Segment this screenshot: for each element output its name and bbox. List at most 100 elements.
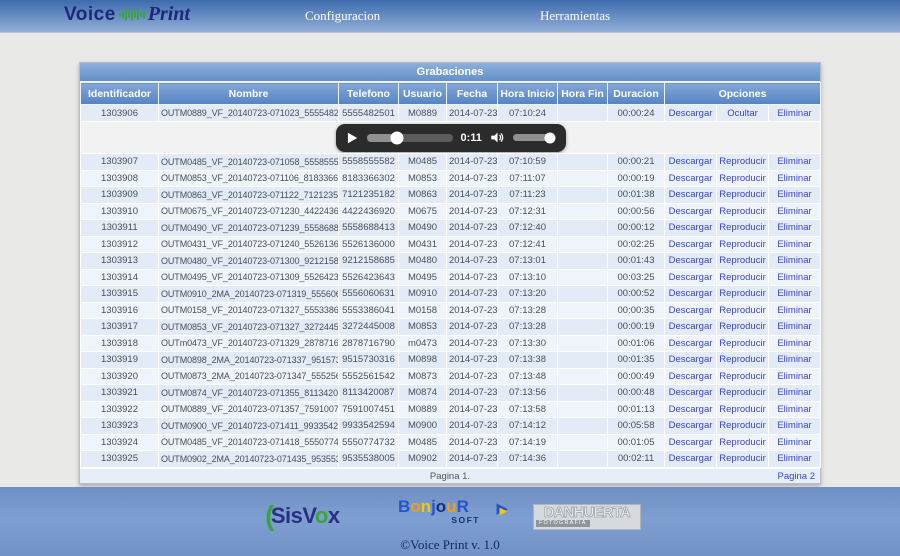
eliminar-link[interactable]: Eliminar: [777, 371, 811, 382]
eliminar-link[interactable]: Eliminar: [777, 255, 811, 266]
descargar-link[interactable]: Descargar: [669, 404, 713, 415]
cell-nombre: OUTM0898_2MA_20140723-071337_9515730316: [159, 352, 339, 369]
descargar-link[interactable]: Descargar: [669, 338, 713, 349]
eliminar-link[interactable]: Eliminar: [777, 338, 811, 349]
descargar-link[interactable]: Descargar: [669, 288, 713, 299]
reproducir-link[interactable]: Reproducir: [719, 338, 765, 349]
cell-opcion: Descargar: [665, 170, 717, 187]
descargar-link[interactable]: Descargar: [669, 437, 713, 448]
cell-telefono: 5550774732: [339, 434, 399, 451]
table-row: 1303924OUTM0485_VF_20140723-071418_55507…: [81, 434, 821, 451]
cell-nombre: OUTM0485_VF_20140723-071058_5558555582: [159, 154, 339, 171]
volume-icon[interactable]: [490, 130, 505, 145]
next-page-link[interactable]: Pagina 2: [777, 469, 815, 484]
eliminar-link[interactable]: Eliminar: [777, 222, 811, 233]
cell-fecha: 2014-07-23: [447, 352, 498, 369]
cell-hora-inicio: 07:11:07: [498, 170, 558, 187]
reproducir-link[interactable]: Reproducir: [719, 173, 765, 184]
audio-player[interactable]: 0:11: [336, 124, 566, 152]
descargar-link[interactable]: Descargar: [669, 239, 713, 250]
cell-usuario: M0485: [399, 434, 447, 451]
reproducir-link[interactable]: Reproducir: [719, 239, 765, 250]
reproducir-link[interactable]: Reproducir: [719, 272, 765, 283]
eliminar-link[interactable]: Eliminar: [777, 189, 811, 200]
eliminar-link[interactable]: Eliminar: [777, 404, 811, 415]
descargar-link[interactable]: Descargar: [669, 206, 713, 217]
table-row: 1303906OUTM0889_VF_20140723-071023_55554…: [81, 105, 821, 122]
bonjour-letter: R: [457, 497, 469, 516]
sisvox-logo[interactable]: (SisVox: [266, 503, 340, 529]
reproducir-link[interactable]: Reproducir: [719, 288, 765, 299]
cell-id: 1303912: [81, 236, 159, 253]
current-page-label: Pagina 1.: [430, 471, 470, 482]
descargar-link[interactable]: Descargar: [669, 156, 713, 167]
ocultar-link[interactable]: Ocultar: [727, 108, 758, 119]
eliminar-link[interactable]: Eliminar: [777, 354, 811, 365]
cell-nombre: OUTm0473_VF_20140723-071329_2878716790: [159, 335, 339, 352]
reproducir-link[interactable]: Reproducir: [719, 453, 765, 464]
reproducir-link[interactable]: Reproducir: [719, 404, 765, 415]
reproducir-link[interactable]: Reproducir: [719, 156, 765, 167]
reproducir-link[interactable]: Reproducir: [719, 420, 765, 431]
cell-duracion: 00:00:49: [608, 368, 665, 385]
descargar-link[interactable]: Descargar: [669, 255, 713, 266]
descargar-link[interactable]: Descargar: [669, 420, 713, 431]
danhuerta-logo[interactable]: DANHUERTA FOTOGRAFIA: [533, 504, 641, 530]
cell-usuario: M0889: [399, 105, 447, 122]
eliminar-link[interactable]: Eliminar: [777, 305, 811, 316]
table-row: 1303916OUTM0158_VF_20140723-071327_55533…: [81, 302, 821, 319]
eliminar-link[interactable]: Eliminar: [777, 108, 811, 119]
cell-hora-fin: [558, 434, 608, 451]
eliminar-link[interactable]: Eliminar: [777, 239, 811, 250]
descargar-link[interactable]: Descargar: [669, 173, 713, 184]
reproducir-link[interactable]: Reproducir: [719, 222, 765, 233]
reproducir-link[interactable]: Reproducir: [719, 371, 765, 382]
descargar-link[interactable]: Descargar: [669, 108, 713, 119]
player-row: 0:11: [81, 122, 821, 154]
reproducir-link[interactable]: Reproducir: [719, 354, 765, 365]
descargar-link[interactable]: Descargar: [669, 189, 713, 200]
cell-telefono: 9933542594: [339, 418, 399, 435]
progress-thumb[interactable]: [391, 131, 404, 144]
reproducir-link[interactable]: Reproducir: [719, 255, 765, 266]
reproducir-link[interactable]: Reproducir: [719, 387, 765, 398]
cell-fecha: 2014-07-23: [447, 220, 498, 237]
play-button[interactable]: [345, 131, 359, 145]
cell-duracion: 00:01:06: [608, 335, 665, 352]
eliminar-link[interactable]: Eliminar: [777, 420, 811, 431]
nav-item-herramientas[interactable]: Herramientas: [540, 8, 610, 24]
descargar-link[interactable]: Descargar: [669, 222, 713, 233]
eliminar-link[interactable]: Eliminar: [777, 272, 811, 283]
cell-opcion: Eliminar: [769, 319, 821, 336]
app-logo[interactable]: Voice Print: [64, 3, 190, 26]
cell-opcion: Eliminar: [769, 434, 821, 451]
volume-thumb[interactable]: [544, 132, 555, 143]
descargar-link[interactable]: Descargar: [669, 321, 713, 332]
eliminar-link[interactable]: Eliminar: [777, 206, 811, 217]
descargar-link[interactable]: Descargar: [669, 354, 713, 365]
eliminar-link[interactable]: Eliminar: [777, 453, 811, 464]
cell-telefono: 5555482501: [339, 105, 399, 122]
reproducir-link[interactable]: Reproducir: [719, 437, 765, 448]
volume-slider[interactable]: [513, 134, 555, 141]
cell-opcion: Reproducir: [717, 401, 769, 418]
descargar-link[interactable]: Descargar: [669, 453, 713, 464]
reproducir-link[interactable]: Reproducir: [719, 189, 765, 200]
progress-slider[interactable]: [367, 134, 453, 142]
reproducir-link[interactable]: Reproducir: [719, 305, 765, 316]
descargar-link[interactable]: Descargar: [669, 387, 713, 398]
descargar-link[interactable]: Descargar: [669, 272, 713, 283]
eliminar-link[interactable]: Eliminar: [777, 387, 811, 398]
eliminar-link[interactable]: Eliminar: [777, 321, 811, 332]
descargar-link[interactable]: Descargar: [669, 371, 713, 382]
nav-item-configuracion[interactable]: Configuracion: [305, 8, 380, 24]
reproducir-link[interactable]: Reproducir: [719, 206, 765, 217]
eliminar-link[interactable]: Eliminar: [777, 156, 811, 167]
reproducir-link[interactable]: Reproducir: [719, 321, 765, 332]
bonjoursoft-logo[interactable]: BonjouR SOFT ▶▶: [398, 499, 494, 525]
eliminar-link[interactable]: Eliminar: [777, 437, 811, 448]
eliminar-link[interactable]: Eliminar: [777, 288, 811, 299]
descargar-link[interactable]: Descargar: [669, 305, 713, 316]
cell-opcion: Eliminar: [769, 105, 821, 122]
eliminar-link[interactable]: Eliminar: [777, 173, 811, 184]
